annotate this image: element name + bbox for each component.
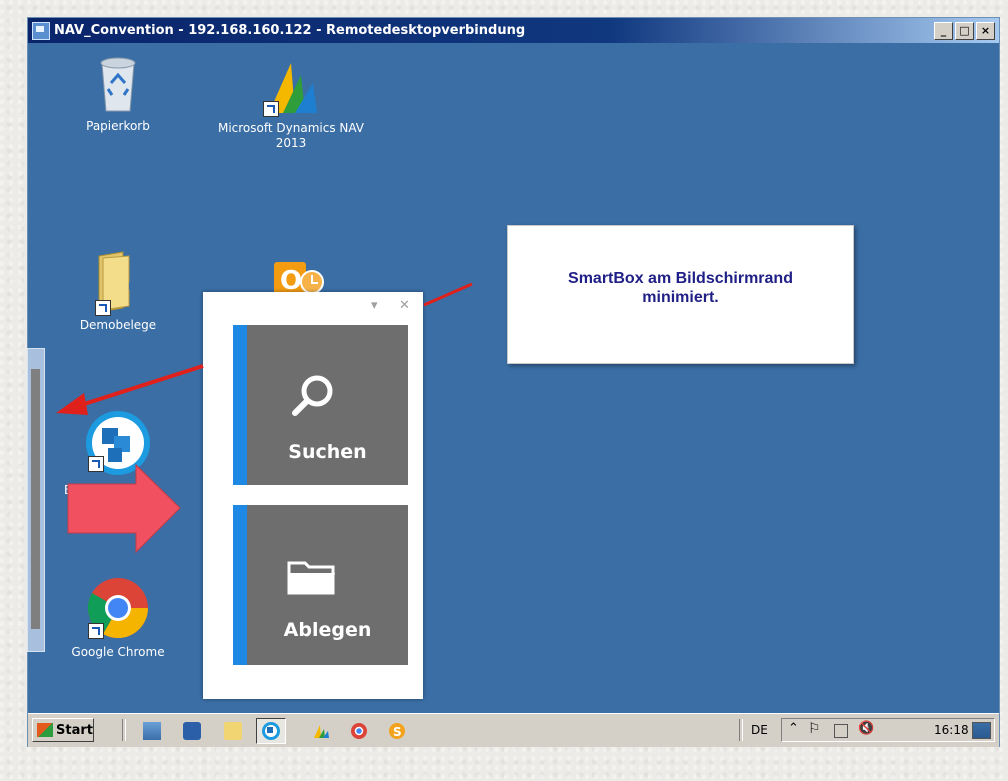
shortcut-arrow-icon: [95, 300, 111, 316]
explorer-icon[interactable]: [224, 722, 242, 740]
desktop-icon-dynamics-nav[interactable]: Microsoft Dynamics NAV 2013: [216, 53, 366, 151]
desktop-icon-label: Papierkorb: [86, 119, 150, 133]
close-button[interactable]: ×: [976, 22, 995, 40]
shortcut-arrow-icon: [88, 623, 104, 639]
search-tile[interactable]: Suchen: [233, 325, 408, 485]
windows-flag-icon: [37, 723, 53, 737]
title-bar[interactable]: NAV_Convention - 192.168.160.122 - Remot…: [28, 18, 999, 43]
minimize-button[interactable]: _: [934, 22, 953, 40]
chrome-icon[interactable]: [350, 722, 368, 740]
smartbox-icon: [262, 722, 280, 740]
desktop-icon-chrome[interactable]: Google Chrome: [58, 573, 178, 660]
start-label: Start: [56, 722, 93, 738]
desktop-icon-label: Demobelege: [79, 318, 157, 332]
annotation-callout: SmartBox am Bildschirmrand minimiert.: [507, 225, 854, 364]
maximize-button[interactable]: □: [955, 22, 974, 40]
sidebar-pointer-line: [77, 364, 204, 408]
language-indicator[interactable]: DE: [751, 723, 768, 737]
file-tile-label: Ablegen: [283, 619, 372, 641]
recycle-bin-icon: [100, 57, 136, 112]
callout-line-2: minimiert.: [642, 289, 719, 306]
flag-icon[interactable]: ⚐: [808, 721, 821, 737]
smartbox-minimized-sidebar[interactable]: [27, 348, 45, 652]
desktop-icon-demobelege[interactable]: Demobelege: [58, 248, 178, 333]
big-arrow-icon: [67, 463, 181, 554]
desktop-icon-label: EC: [64, 483, 80, 497]
desktop-icon-papierkorb[interactable]: Papierkorb: [58, 53, 178, 134]
network-icon[interactable]: [834, 724, 848, 738]
shortcut-arrow-icon: [263, 101, 279, 117]
remote-desktop-icon: [32, 22, 50, 40]
callout-line-1: SmartBox am Bildschirmrand: [568, 270, 793, 287]
taskbar: Start S DE ⌃ ⚐ 🔇 16:18: [28, 713, 999, 747]
smartbox-taskbar-button[interactable]: [256, 718, 286, 744]
powershell-icon[interactable]: [183, 722, 201, 740]
svg-text:S: S: [393, 725, 402, 739]
dynamics-nav-icon[interactable]: [312, 722, 330, 740]
file-tile[interactable]: Ablegen: [233, 505, 408, 665]
taskbar-separator: [122, 719, 126, 741]
server-manager-icon[interactable]: [143, 722, 161, 740]
shortcut-arrow-icon: [88, 456, 104, 472]
system-tray: ⌃ ⚐ 🔇 16:18: [781, 718, 995, 742]
close-icon[interactable]: ✕: [399, 298, 410, 313]
desktop-icon-label: Google Chrome: [71, 645, 165, 659]
sidebar-handle[interactable]: [31, 369, 40, 629]
folder-icon: [287, 561, 335, 595]
show-desktop-icon[interactable]: [972, 722, 991, 739]
window-title: NAV_Convention - 192.168.160.122 - Remot…: [54, 23, 526, 38]
desktop: Papierkorb Microsoft Dynamics NAV 2013 D…: [27, 43, 999, 713]
volume-muted-icon[interactable]: 🔇: [858, 721, 874, 736]
search-tile-label: Suchen: [288, 441, 367, 463]
remote-desktop-window: NAV_Convention - 192.168.160.122 - Remot…: [27, 17, 1000, 747]
dropdown-icon[interactable]: ▾: [371, 298, 378, 313]
desktop-icon-smartbox[interactable]: EC ox: [58, 408, 218, 497]
smartbox-panel: ▾ ✕ Suchen Ablegen: [203, 292, 423, 699]
chevron-up-icon[interactable]: ⌃: [788, 721, 799, 736]
skype-icon[interactable]: S: [388, 722, 406, 740]
callout-pointer-arrow: [423, 282, 473, 307]
start-button[interactable]: Start: [32, 718, 94, 742]
desktop-icon-label: Microsoft Dynamics NAV 2013: [217, 121, 365, 150]
search-icon: [292, 375, 333, 416]
clock[interactable]: 16:18: [934, 723, 969, 737]
taskbar-separator: [739, 719, 743, 741]
